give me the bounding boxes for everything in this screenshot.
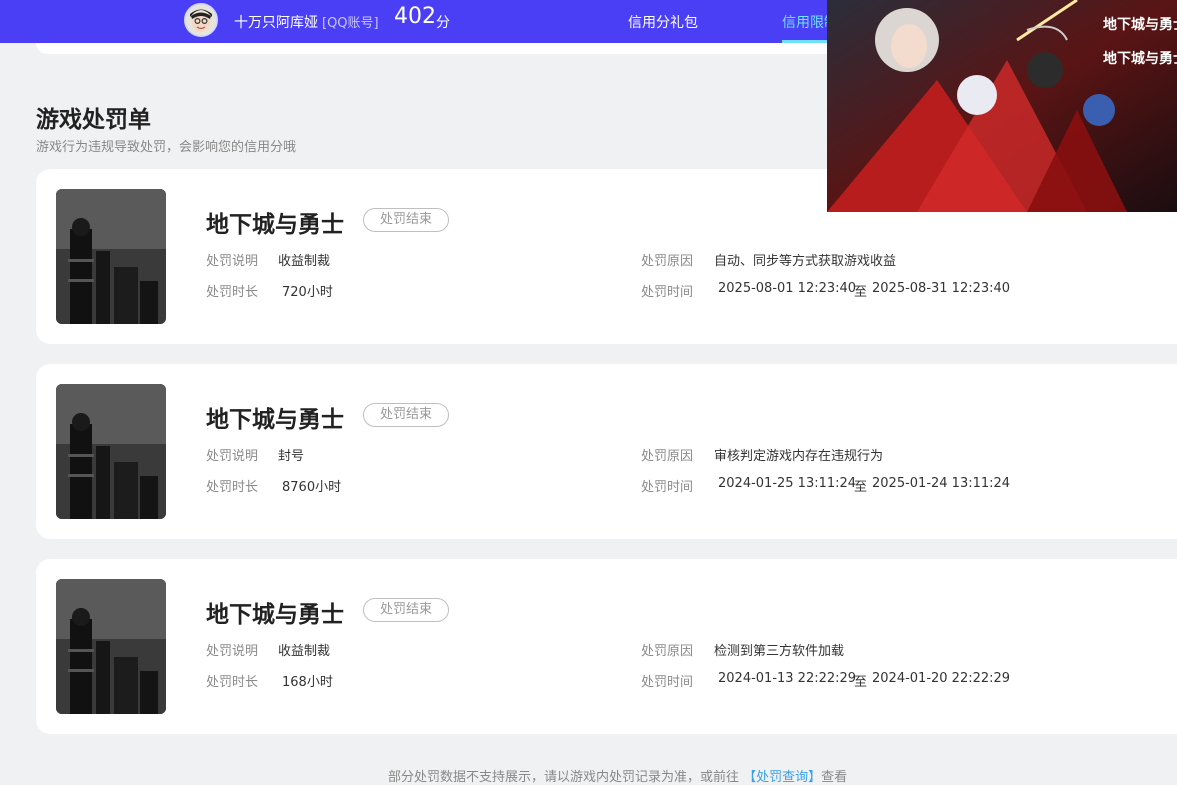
penalty-end: 2025-01-24 13:11:24 [872,476,1011,491]
penalty-card: 地下城与勇士 处罚结束 处罚说明 收益制裁 处罚时长 168小时 处罚原因 检测… [36,559,1177,734]
label-time: 处罚时间 [641,480,694,495]
floating-ad-banner[interactable]: 地下城与勇士 地下城与勇士 [827,0,1177,212]
label-reason: 处罚原因 [641,449,694,464]
penalty-desc: 收益制裁 [278,254,331,269]
game-thumbnail [56,189,166,324]
game-art-icon [56,579,166,714]
game-name: 地下城与勇士 [206,407,344,433]
game-name: 地下城与勇士 [206,212,344,238]
status-badge: 处罚结束 [363,208,449,232]
game-thumbnail [56,579,166,714]
label-time: 处罚时间 [641,675,694,690]
label-duration: 处罚时长 [206,675,259,690]
penalty-end: 2024-01-20 22:22:29 [872,671,1011,686]
footer-note-text: 部分处罚数据不支持展示，请以游戏内处罚记录为准，或前往 [388,770,740,785]
section-subtitle: 游戏行为违规导致处罚，会影响您的信用分哦 [36,140,297,155]
status-badge: 处罚结束 [363,403,449,427]
section-title: 游戏处罚单 [36,107,151,133]
game-thumbnail [56,384,166,519]
label-desc: 处罚说明 [206,644,259,659]
label-desc: 处罚说明 [206,449,259,464]
penalty-end: 2025-08-31 12:23:40 [872,281,1011,296]
user-name: 十万只阿库娅 [234,15,318,31]
penalty-query-link[interactable]: 【处罚查询】 [743,770,821,785]
tab-credit-gift[interactable]: 信用分礼包 [628,12,698,32]
penalty-card: 地下城与勇士 处罚结束 处罚说明 封号 处罚时长 8760小时 处罚原因 审核判… [36,364,1177,539]
status-badge: 处罚结束 [363,598,449,622]
credit-score-unit: 分 [436,15,450,31]
label-duration: 处罚时长 [206,285,259,300]
label-reason: 处罚原因 [641,644,694,659]
penalty-duration: 8760小时 [282,480,342,495]
account-type: [QQ账号] [322,16,379,31]
label-duration: 处罚时长 [206,480,259,495]
avatar[interactable] [184,3,218,37]
game-art-icon [56,189,166,324]
penalty-desc: 收益制裁 [278,644,331,659]
label-desc: 处罚说明 [206,254,259,269]
label-reason: 处罚原因 [641,254,694,269]
footer-note: 部分处罚数据不支持展示，请以游戏内处罚记录为准，或前往 【处罚查询】查看 [388,766,847,785]
penalty-reason: 自动、同步等方式获取游戏收益 [714,254,897,269]
penalty-duration: 168小时 [282,675,333,690]
penalty-desc: 封号 [278,449,305,464]
penalty-start: 2024-01-13 22:22:29 [718,671,857,686]
avatar-face-icon [186,5,216,35]
footer-note-suffix: 查看 [821,770,848,785]
game-art-icon [56,384,166,519]
ad-logo-top: 地下城与勇士 [1103,17,1177,33]
penalty-to: 至 [854,285,868,300]
penalty-start: 2025-08-01 12:23:40 [718,281,857,296]
ad-logo-bottom: 地下城与勇士 [1103,51,1177,67]
penalty-start: 2024-01-25 13:11:24 [718,476,857,491]
credit-score: 402 [394,4,436,29]
penalty-duration: 720小时 [282,285,333,300]
label-time: 处罚时间 [641,285,694,300]
penalty-reason: 审核判定游戏内存在违规行为 [714,449,884,464]
game-name: 地下城与勇士 [206,602,344,628]
penalty-to: 至 [854,480,868,495]
penalty-reason: 检测到第三方软件加载 [714,644,845,659]
penalty-to: 至 [854,675,868,690]
